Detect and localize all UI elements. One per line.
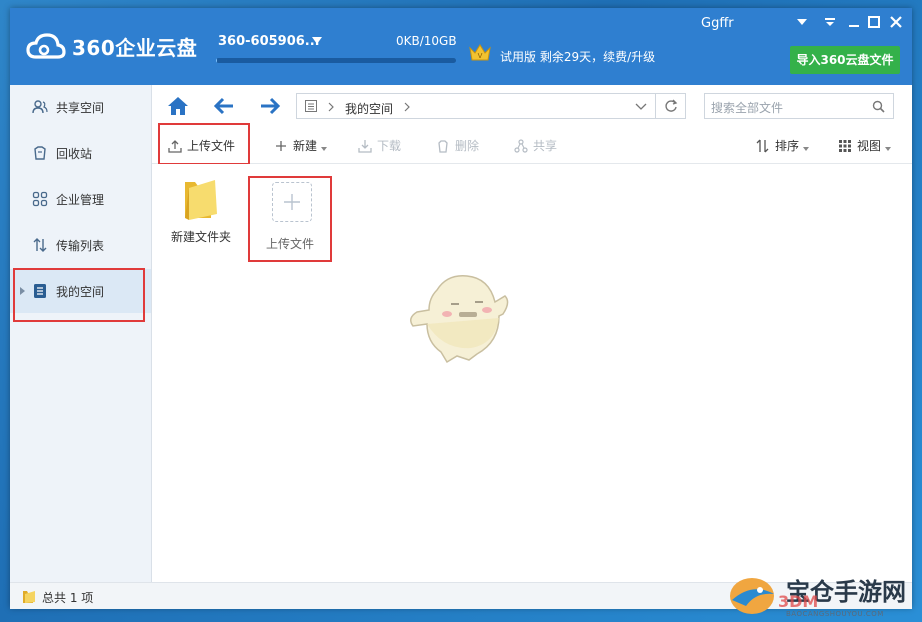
divider	[655, 94, 656, 118]
sidebar-item-recycle-bin[interactable]: 回收站	[10, 131, 151, 175]
trash-icon	[436, 139, 450, 153]
bird-logo-icon	[730, 578, 774, 614]
menu-dropdown-icon[interactable]	[794, 14, 810, 30]
recycle-bin-icon	[32, 145, 48, 161]
dropdown-triangle-icon	[321, 146, 328, 151]
highlight-box-my-space	[13, 268, 145, 322]
storage-progress-fill	[216, 58, 218, 63]
watermark-url: BAOCANGSHOUYOU.COM	[786, 610, 884, 618]
download-label: 下载	[377, 139, 402, 153]
minimize-icon[interactable]	[846, 14, 862, 30]
folder-name: 新建文件夹	[170, 230, 231, 244]
back-arrow-icon[interactable]	[212, 95, 236, 117]
sort-icon	[756, 139, 770, 153]
app-logo: 360企业云盘	[26, 32, 197, 61]
delete-button[interactable]: 删除	[436, 137, 479, 154]
grid-view-icon	[838, 139, 852, 153]
trial-status[interactable]: 试用版 剩余29天，续费/升级	[500, 48, 655, 65]
search-box[interactable]: 搜索全部文件	[704, 93, 894, 119]
sidebar: 共享空间 回收站 企业管理 传输列表 我的空间	[10, 85, 152, 582]
sidebar-item-label: 传输列表	[56, 238, 105, 253]
skin-icon[interactable]	[822, 14, 838, 30]
plus-icon	[274, 139, 288, 153]
transfer-icon	[32, 237, 48, 253]
import-360-button[interactable]: 导入360云盘文件	[790, 46, 900, 74]
address-bar[interactable]: 我的空间	[296, 93, 686, 119]
app-window: 360企业云盘 360-605906... 0KB/10GB V 试用版 剩余2…	[10, 8, 912, 609]
crown-badge-icon[interactable]: V	[468, 42, 492, 64]
chevron-right-icon	[328, 102, 334, 112]
cloud-logo-icon	[26, 32, 66, 59]
folder-icon	[185, 180, 217, 220]
close-icon[interactable]	[888, 14, 904, 30]
sidebar-item-label: 企业管理	[56, 192, 105, 207]
username[interactable]: Ggffr	[701, 16, 734, 31]
sort-label: 排序	[775, 139, 800, 153]
trial-remaining[interactable]: 剩余29天，续费/升级	[540, 50, 655, 64]
share-icon	[514, 138, 528, 153]
new-button[interactable]: 新建	[274, 137, 328, 154]
delete-label: 删除	[455, 139, 480, 153]
search-icon[interactable]	[872, 100, 885, 113]
sidebar-item-transfer-list[interactable]: 传输列表	[10, 223, 151, 267]
list-icon	[305, 100, 317, 112]
forward-arrow-icon[interactable]	[258, 95, 282, 117]
item-count: 总共 1 项	[42, 591, 94, 605]
download-icon	[358, 139, 372, 153]
watermark-logo: 3DM	[778, 592, 819, 611]
highlight-box-upload-tile	[248, 176, 332, 262]
folder-item[interactable]: 新建文件夹	[166, 176, 236, 245]
view-button[interactable]: 视图	[838, 137, 892, 154]
home-icon[interactable]	[166, 95, 190, 117]
dropdown-triangle-icon	[803, 146, 810, 151]
refresh-icon[interactable]	[664, 99, 678, 113]
search-input[interactable]: 搜索全部文件	[711, 99, 783, 116]
sidebar-item-label: 回收站	[56, 146, 93, 161]
folder-icon	[23, 591, 35, 603]
svg-text:V: V	[478, 52, 483, 60]
title-bar: 360企业云盘 360-605906... 0KB/10GB V 试用版 剩余2…	[10, 8, 912, 85]
mascot-illustration	[410, 275, 509, 364]
new-label: 新建	[293, 139, 318, 153]
chevron-down-icon[interactable]	[635, 102, 647, 112]
watermark: 宝仓手游网 3DM BAOCANGSHOUYOU.COM	[726, 570, 922, 622]
storage-progress-bar	[216, 58, 456, 63]
share-label: 共享	[533, 139, 558, 153]
file-area: 新建文件夹 上传文件	[152, 164, 912, 582]
sidebar-item-enterprise-management[interactable]: 企业管理	[10, 177, 151, 221]
dropdown-triangle-icon	[885, 146, 892, 151]
share-button[interactable]: 共享	[514, 137, 557, 154]
maximize-icon[interactable]	[866, 14, 882, 30]
trial-label: 试用版	[500, 50, 537, 64]
view-label: 视图	[857, 139, 882, 153]
people-icon	[32, 99, 48, 115]
storage-quota: 0KB/10GB	[396, 34, 457, 48]
sort-button[interactable]: 排序	[756, 137, 810, 154]
navigation-bar: 我的空间 搜索全部文件	[152, 85, 912, 127]
account-dropdown-icon[interactable]	[312, 37, 322, 44]
grid-icon	[32, 191, 48, 207]
sidebar-item-label: 共享空间	[56, 100, 105, 115]
app-title: 360企业云盘	[72, 36, 198, 60]
chevron-right-icon[interactable]	[403, 102, 411, 112]
download-button[interactable]: 下载	[358, 137, 401, 154]
sidebar-item-shared-space[interactable]: 共享空间	[10, 85, 151, 129]
account-name[interactable]: 360-605906...	[218, 34, 320, 49]
toolbar: 上传文件 新建 下载 删除 共享 排序 视图	[152, 127, 912, 164]
breadcrumb-current[interactable]: 我的空间	[345, 100, 393, 117]
highlight-box-upload	[158, 123, 250, 165]
